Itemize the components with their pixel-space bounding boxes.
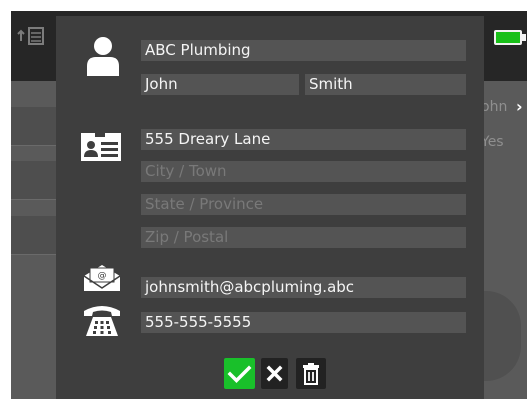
battery-icon <box>494 30 522 45</box>
svg-text:@: @ <box>98 271 107 281</box>
background-row <box>11 216 57 255</box>
last-name-field[interactable]: Smith <box>305 74 466 95</box>
background-text: Yes <box>481 134 504 150</box>
confirm-button[interactable] <box>224 358 255 389</box>
city-field[interactable]: City / Town <box>141 161 466 182</box>
email-envelope-icon: @ <box>82 264 122 296</box>
address-card-icon <box>80 132 122 166</box>
app-screen: ohn Yes › ABC Plumbing John Smith 555 Dr… <box>11 11 527 399</box>
email-field[interactable]: johnsmith@abcpluming.abc <box>141 277 466 298</box>
street-address-field[interactable]: 555 Dreary Lane <box>141 129 466 150</box>
background-row <box>11 107 57 146</box>
cancel-button[interactable] <box>261 358 288 389</box>
zip-field[interactable]: Zip / Postal <box>141 227 466 248</box>
background-row <box>11 161 57 200</box>
chevron-right-icon[interactable]: › <box>516 97 523 116</box>
first-name-field[interactable]: John <box>141 74 299 95</box>
list-icon <box>17 25 47 47</box>
company-field[interactable]: ABC Plumbing <box>141 40 466 61</box>
person-icon <box>84 36 122 80</box>
state-field[interactable]: State / Province <box>141 194 466 215</box>
close-icon <box>266 365 283 382</box>
contact-dialog: ABC Plumbing John Smith 555 Dreary Lane … <box>56 16 484 399</box>
trash-icon <box>303 363 319 385</box>
telephone-icon <box>83 303 121 341</box>
checkmark-icon <box>227 365 252 383</box>
background-text: ohn <box>481 99 508 115</box>
phone-field[interactable]: 555-555-5555 <box>141 312 466 333</box>
battery-tip <box>522 34 526 41</box>
delete-button[interactable] <box>296 358 326 389</box>
